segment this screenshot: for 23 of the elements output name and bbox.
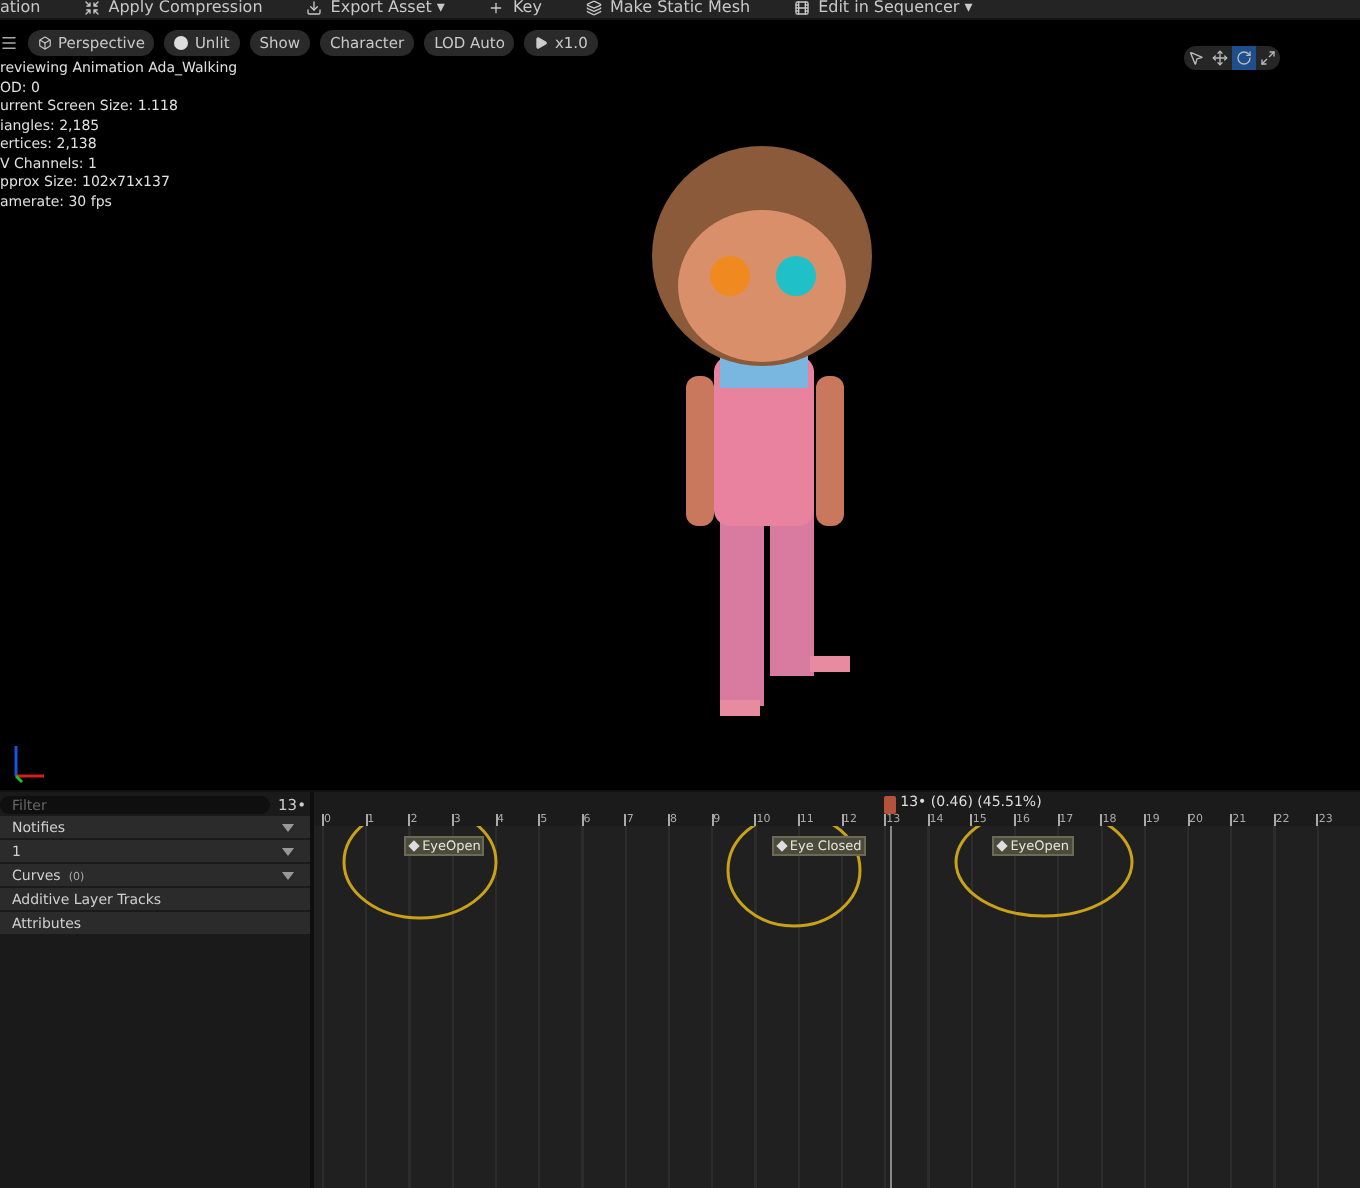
menu-icon[interactable] <box>0 34 18 52</box>
toolbar-button[interactable]: ation <box>0 0 41 18</box>
toolbar-button[interactable]: Key <box>488 0 542 18</box>
cube-icon <box>38 36 52 50</box>
compress-icon <box>84 0 101 16</box>
film-icon <box>794 0 811 16</box>
sphere-icon <box>174 36 189 50</box>
toolbar-button[interactable]: Apply Compression <box>84 0 263 18</box>
scale-icon[interactable] <box>1256 46 1280 70</box>
dropdown-icon[interactable] <box>282 871 294 879</box>
dropdown-icon[interactable] <box>282 823 294 831</box>
dropdown-icon[interactable] <box>282 847 294 855</box>
rotate-icon[interactable] <box>1232 46 1256 70</box>
download-icon <box>306 0 323 16</box>
toolbar-button[interactable]: Make Static Mesh <box>585 0 751 18</box>
move-icon[interactable] <box>1208 46 1232 70</box>
layers-icon <box>585 0 602 16</box>
play-icon <box>534 36 549 50</box>
toolbar-button[interactable]: Edit in Sequencer ▾ <box>794 0 973 18</box>
plus-icon <box>488 0 505 16</box>
playhead-handle[interactable] <box>884 796 897 814</box>
select-icon[interactable] <box>1184 46 1208 70</box>
toolbar-button[interactable]: Export Asset ▾ <box>306 0 445 18</box>
